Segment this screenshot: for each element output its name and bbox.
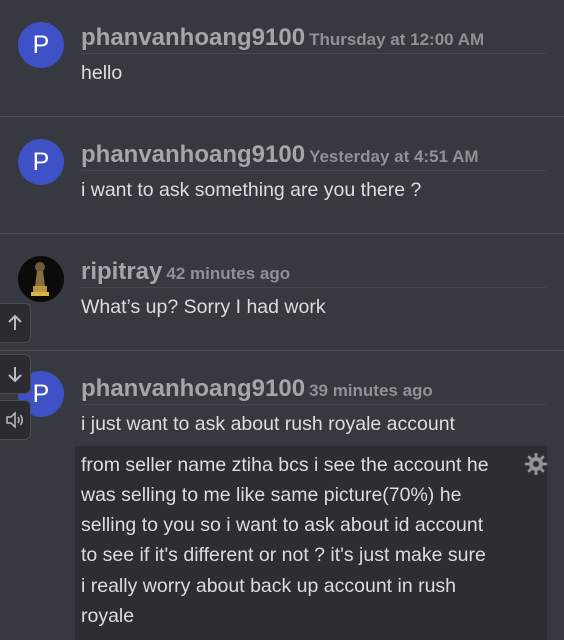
speaker-icon <box>6 411 23 429</box>
message-text: i want to ask something are you there ? <box>81 179 422 201</box>
header-underline <box>81 170 546 171</box>
arrow-up-icon <box>8 314 22 330</box>
message-text-line: i really worry about back up account in … <box>81 575 457 597</box>
message-text-line: selling to you so i want to ask about id… <box>81 514 484 536</box>
message-text-line: royale <box>81 605 135 627</box>
user-avatar[interactable]: P <box>18 139 64 185</box>
message-text: i just want to ask about rush royale acc… <box>81 413 455 435</box>
timestamp: Thursday at 12:00 AM <box>309 30 485 49</box>
message-header: ripitray 42 minutes ago <box>81 258 290 286</box>
gear-icon[interactable] <box>524 452 548 476</box>
message-header: phanvanhoang9100 39 minutes ago <box>81 375 433 403</box>
username[interactable]: ripitray <box>81 258 162 285</box>
timestamp: Yesterday at 4:51 AM <box>309 147 479 166</box>
message-2[interactable]: P phanvanhoang9100 Yesterday at 4:51 AM i… <box>0 117 564 233</box>
message-1[interactable]: P phanvanhoang9100 Thursday at 12:00 AM h… <box>0 0 564 116</box>
username[interactable]: phanvanhoang9100 <box>81 141 305 168</box>
user-avatar[interactable] <box>18 256 64 302</box>
scroll-up-button[interactable] <box>0 303 31 343</box>
audio-button[interactable] <box>0 400 31 440</box>
timestamp: 42 minutes ago <box>166 264 291 283</box>
header-underline <box>81 287 546 288</box>
message-header: phanvanhoang9100 Yesterday at 4:51 AM <box>81 141 479 169</box>
scroll-down-button[interactable] <box>0 354 31 394</box>
header-underline <box>81 404 546 405</box>
arrow-down-icon <box>8 367 22 383</box>
message-text-line: to see if it's different or not ? it's j… <box>81 544 486 566</box>
message-text: hello <box>81 62 123 84</box>
message-3[interactable]: ripitray 42 minutes ago What’s up? Sorry … <box>0 234 564 350</box>
timestamp: 39 minutes ago <box>309 381 433 400</box>
message-header: phanvanhoang9100 Thursday at 12:00 AM <box>81 24 484 52</box>
username[interactable]: phanvanhoang9100 <box>81 24 305 51</box>
message-text-line: was selling to me like same picture(70%)… <box>81 484 462 506</box>
user-avatar[interactable]: P <box>18 22 64 68</box>
message-text-line: from seller name ztiha bcs i see the acc… <box>81 454 489 476</box>
header-underline <box>81 53 546 54</box>
username[interactable]: phanvanhoang9100 <box>81 375 305 402</box>
message-text: What’s up? Sorry I had work <box>81 296 326 318</box>
trophy-avatar-image <box>18 256 64 302</box>
